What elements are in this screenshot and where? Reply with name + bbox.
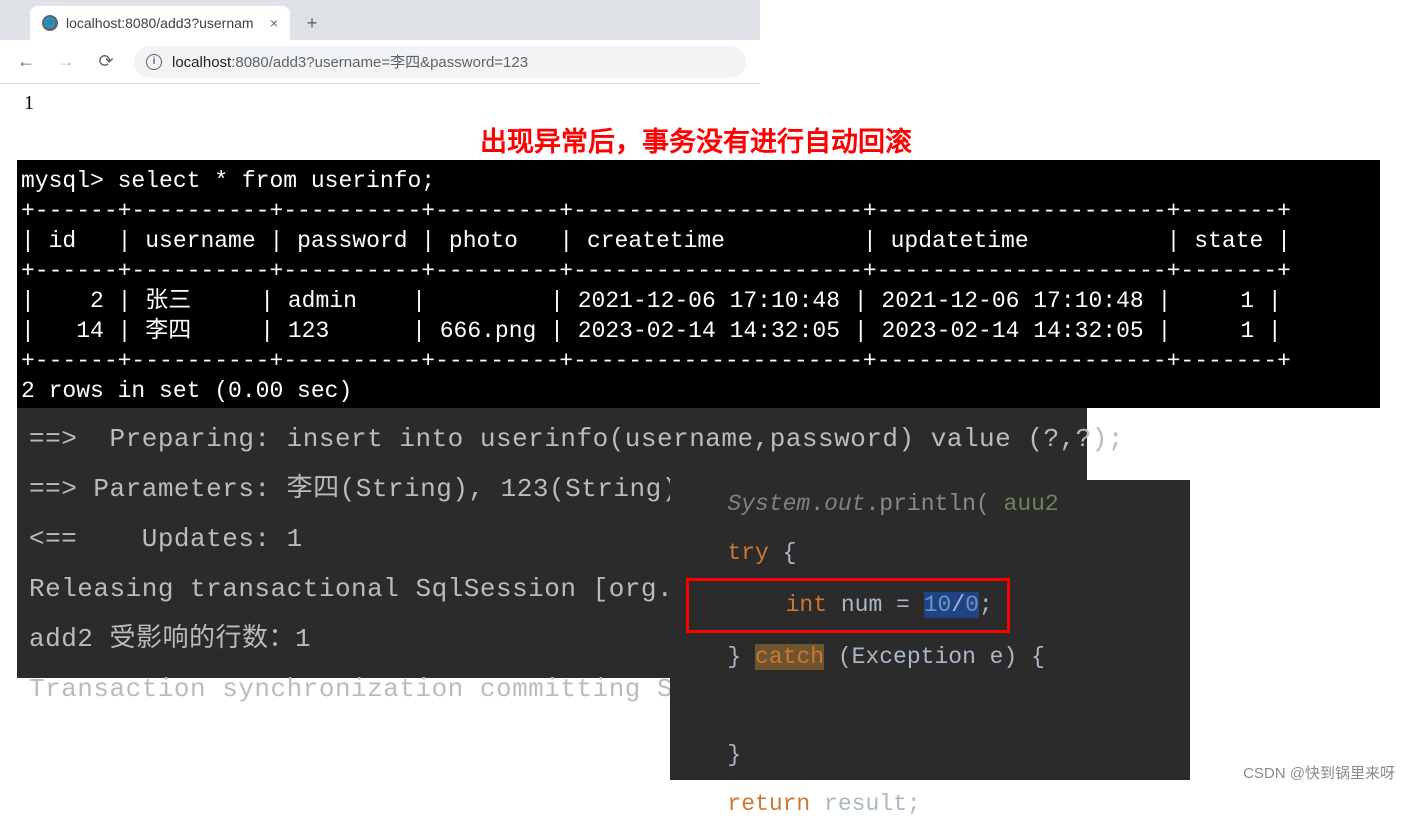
tab-title: localhost:8080/add3?usernam xyxy=(66,15,262,31)
log-line: Releasing transactional SqlSession [org.… xyxy=(29,574,721,604)
reload-icon[interactable]: ⟳ xyxy=(94,51,118,72)
cell: 14 xyxy=(76,318,104,344)
col-createtime: createtime xyxy=(587,228,725,254)
address-host: localhost xyxy=(172,54,231,71)
mysql-footer: 2 rows in set (0.00 sec) xyxy=(21,378,352,404)
literal-zero: 0 xyxy=(965,592,979,618)
literal-ten: 10 xyxy=(924,592,952,618)
mysql-prompt: mysql> select * from userinfo; xyxy=(21,168,435,194)
cell: admin xyxy=(288,288,357,314)
cell: 2023-02-14 14:32:05 xyxy=(881,318,1143,344)
cell: 1 xyxy=(1240,318,1254,344)
cell: 2 xyxy=(90,288,104,314)
address-bar[interactable]: i localhost:8080/add3?username=李四&passwo… xyxy=(134,46,746,78)
globe-icon: 🌐 xyxy=(42,15,58,31)
int-keyword: int xyxy=(786,592,827,618)
page-content: 1 xyxy=(0,84,760,123)
catch-keyword: catch xyxy=(755,644,824,670)
semi: ; xyxy=(979,592,993,618)
log-line: ==> Parameters: 李四(String), 123(String) xyxy=(29,474,678,504)
col-updatetime: updatetime xyxy=(891,228,1029,254)
cell: 666.png xyxy=(440,318,537,344)
slash: / xyxy=(951,592,965,618)
return-keyword: return xyxy=(727,791,810,817)
col-state: state xyxy=(1194,228,1263,254)
forward-icon: → xyxy=(54,51,78,72)
cell: 123 xyxy=(288,318,329,344)
back-icon[interactable]: ← xyxy=(14,51,38,72)
col-username: username xyxy=(145,228,255,254)
col-id: id xyxy=(49,228,77,254)
mysql-terminal: mysql> select * from userinfo; +------+-… xyxy=(17,160,1380,408)
log-line: ==> Preparing: insert into userinfo(user… xyxy=(29,424,1124,454)
error-highlight: int num = 10/0; xyxy=(686,578,1010,633)
close-icon[interactable]: × xyxy=(270,15,278,31)
annotation-caption: 出现异常后，事务没有进行自动回滚 xyxy=(480,120,912,159)
return-rest: result; xyxy=(810,791,920,817)
info-icon[interactable]: i xyxy=(146,54,162,70)
brace: } xyxy=(727,644,755,670)
brace: { xyxy=(769,540,797,566)
watermark: CSDN @快到锅里来呀 xyxy=(1243,762,1395,783)
browser-toolbar: ← → ⟳ i localhost:8080/add3?username=李四&… xyxy=(0,40,760,84)
var: num = xyxy=(827,592,924,618)
col-photo: photo xyxy=(449,228,518,254)
catch-rest: (Exception e) { xyxy=(824,644,1045,670)
code-line: System.out.println( auu2 xyxy=(727,491,1058,517)
cell: 李四 xyxy=(145,318,191,344)
browser-window: 🌐 localhost:8080/add3?usernam × + ← → ⟳ … xyxy=(0,0,760,123)
log-line: add2 受影响的行数：1 xyxy=(29,624,311,654)
cell: 2021-12-06 17:10:48 xyxy=(578,288,840,314)
new-tab-button[interactable]: + xyxy=(298,9,326,37)
log-line: <== Updates: 1 xyxy=(29,524,303,554)
cell: 2021-12-06 17:10:48 xyxy=(881,288,1143,314)
log-line: Transaction synchronization committing S… xyxy=(29,674,721,704)
tab-strip: 🌐 localhost:8080/add3?usernam × + xyxy=(0,0,760,40)
col-password: password xyxy=(297,228,407,254)
cell: 张三 xyxy=(145,288,191,314)
address-rest: :8080/add3?username=李四&password=123 xyxy=(231,54,528,71)
cell: 1 xyxy=(1240,288,1254,314)
try-keyword: try xyxy=(727,540,768,566)
brace: } xyxy=(727,742,741,768)
browser-tab[interactable]: 🌐 localhost:8080/add3?usernam × xyxy=(30,6,290,40)
code-editor: System.out.println( auu2 try { int num =… xyxy=(670,480,1190,780)
cell: 2023-02-14 14:32:05 xyxy=(578,318,840,344)
